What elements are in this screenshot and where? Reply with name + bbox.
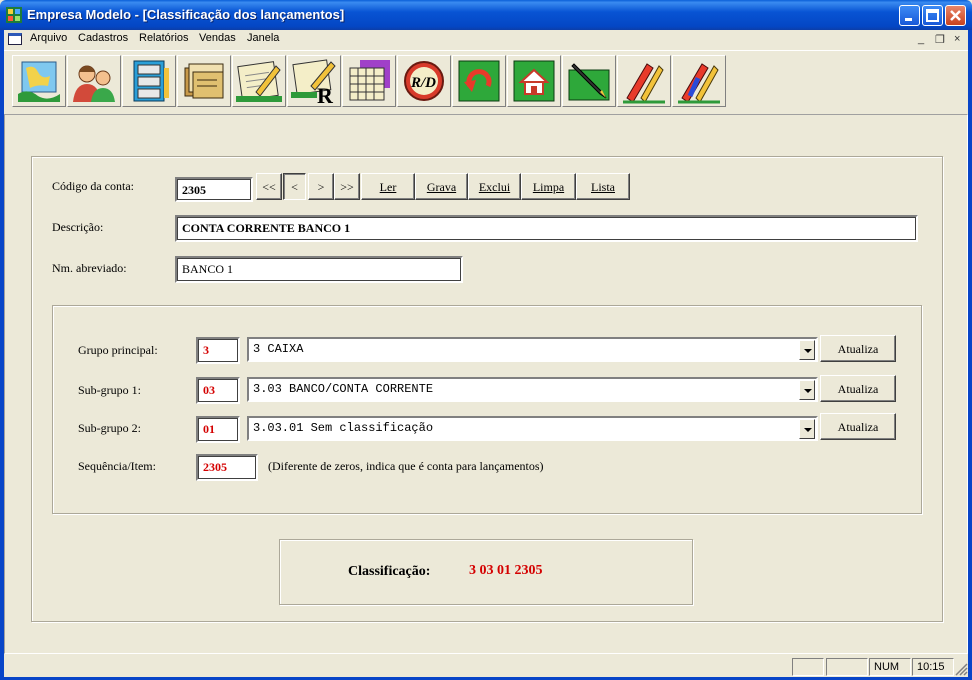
codigo-input[interactable]: 2305 xyxy=(175,177,253,202)
sub1-code-input[interactable]: 03 xyxy=(196,377,240,404)
sub1-atualiza-button[interactable]: Atualiza xyxy=(820,375,896,402)
classificacao-value: 3 03 01 2305 xyxy=(469,563,543,578)
menu-janela[interactable]: Janela xyxy=(247,32,279,44)
toolbar-home-button[interactable] xyxy=(507,55,561,107)
last-record-button[interactable]: >> xyxy=(334,173,360,200)
lista-button[interactable]: Lista xyxy=(576,173,630,200)
grava-button[interactable]: Grava xyxy=(415,173,468,200)
status-time: 10:15 xyxy=(912,658,954,676)
seq-code-input[interactable]: 2305 xyxy=(196,454,258,481)
folders-icon xyxy=(184,63,224,99)
chevron-down-icon[interactable] xyxy=(799,340,815,360)
abreviado-label: Nm. abreviado: xyxy=(52,261,127,275)
pen-icon xyxy=(568,63,610,101)
limpa-button[interactable]: Limpa xyxy=(521,173,576,200)
descricao-input[interactable]: CONTA CORRENTE BANCO 1 xyxy=(175,215,918,242)
toolbar-report-button[interactable]: R xyxy=(287,55,341,107)
status-panel-1 xyxy=(792,658,824,676)
notepad-pencil-icon xyxy=(236,61,282,102)
classificacao-label: Classificação: xyxy=(348,564,431,579)
menu-bar: Arquivo Cadastros Relatórios Vendas Jane… xyxy=(4,30,968,49)
toolbar-calendar-button[interactable] xyxy=(342,55,396,107)
home-icon xyxy=(513,60,555,102)
window-title: Empresa Modelo - [Classificação dos lanç… xyxy=(27,7,345,22)
status-bar: NUM 10:15 xyxy=(4,656,968,678)
users-icon xyxy=(73,65,115,102)
svg-text:R/D: R/D xyxy=(410,75,436,91)
toolbar-rd-button[interactable]: R/D xyxy=(397,55,451,107)
sub1-label: Sub-grupo 1: xyxy=(78,383,141,397)
toolbar-edit-blue-button[interactable] xyxy=(672,55,726,107)
minimize-icon xyxy=(905,18,912,21)
grava-label: Grava xyxy=(426,180,457,194)
toolbar-pen-button[interactable] xyxy=(562,55,616,107)
notepad-report-icon: R xyxy=(291,59,336,104)
exclui-label: Exclui xyxy=(478,180,511,194)
svg-text:R: R xyxy=(317,83,334,104)
chevron-down-icon[interactable] xyxy=(799,419,815,439)
minimize-button[interactable] xyxy=(899,5,920,26)
edit-arrow-blue-icon xyxy=(678,63,720,104)
mdi-close-button[interactable]: × xyxy=(954,33,960,45)
menu-relatorios[interactable]: Relatórios xyxy=(139,32,189,44)
grupo-select[interactable]: 3 CAIXA xyxy=(247,337,818,362)
lista-label: Lista xyxy=(591,180,615,194)
toolbar-folders-button[interactable] xyxy=(177,55,231,107)
grupo-code-input[interactable]: 3 xyxy=(196,337,240,364)
mdi-restore-button[interactable]: ❐ xyxy=(935,33,945,46)
toolbar-cabinet-button[interactable] xyxy=(122,55,176,107)
close-button[interactable] xyxy=(945,5,966,26)
maximize-icon xyxy=(926,9,939,22)
map-icon xyxy=(18,61,60,102)
descricao-label: Descrição: xyxy=(52,220,104,234)
status-panel-2 xyxy=(826,658,868,676)
prev-record-button[interactable]: < xyxy=(283,173,306,200)
toolbar-users-button[interactable] xyxy=(67,55,121,107)
sub2-select-value: 3.03.01 Sem classificação xyxy=(253,421,434,435)
mdi-minimize-button[interactable]: _ xyxy=(918,33,924,45)
toolbar: R R/D xyxy=(4,50,968,111)
status-num: NUM xyxy=(869,658,911,676)
mdi-document-icon[interactable] xyxy=(8,33,22,45)
sub2-code-input[interactable]: 01 xyxy=(196,416,240,443)
menu-arquivo[interactable]: Arquivo xyxy=(30,32,67,44)
grupo-select-value: 3 CAIXA xyxy=(253,342,304,356)
refresh-icon xyxy=(458,60,500,102)
abreviado-input[interactable]: BANCO 1 xyxy=(175,256,463,283)
sub2-label: Sub-grupo 2: xyxy=(78,421,141,435)
toolbar-edit-button[interactable] xyxy=(617,55,671,107)
sub1-select-value: 3.03 BANCO/CONTA CORRENTE xyxy=(253,382,434,396)
app-icon[interactable] xyxy=(6,7,22,23)
maximize-button[interactable] xyxy=(922,5,943,26)
resize-grip-icon[interactable] xyxy=(954,662,968,676)
rd-badge-icon: R/D xyxy=(404,61,444,101)
toolbar-refresh-button[interactable] xyxy=(452,55,506,107)
window-border-right xyxy=(968,30,972,680)
seq-label: Sequência/Item: xyxy=(78,459,156,473)
exclui-button[interactable]: Exclui xyxy=(468,173,521,200)
first-record-button[interactable]: << xyxy=(256,173,282,200)
toolbar-map-button[interactable] xyxy=(12,55,66,107)
grupo-atualiza-button[interactable]: Atualiza xyxy=(820,335,896,362)
file-cabinet-icon xyxy=(133,60,169,102)
ler-label: Ler xyxy=(379,180,397,194)
sub1-select[interactable]: 3.03 BANCO/CONTA CORRENTE xyxy=(247,377,818,402)
grupo-label: Grupo principal: xyxy=(78,343,158,357)
edit-arrow-icon xyxy=(623,63,665,104)
sub2-select[interactable]: 3.03.01 Sem classificação xyxy=(247,416,818,441)
calendar-grid-icon xyxy=(349,60,390,101)
menu-cadastros[interactable]: Cadastros xyxy=(78,32,128,44)
ler-button[interactable]: Ler xyxy=(361,173,415,200)
chevron-down-icon[interactable] xyxy=(799,380,815,400)
toolbar-notepad-button[interactable] xyxy=(232,55,286,107)
limpa-label: Limpa xyxy=(532,180,565,194)
seq-hint: (Diferente de zeros, indica que é conta … xyxy=(268,459,544,473)
codigo-label: Código da conta: xyxy=(52,179,134,193)
sub2-atualiza-button[interactable]: Atualiza xyxy=(820,413,896,440)
close-icon xyxy=(950,10,961,21)
menu-vendas[interactable]: Vendas xyxy=(199,32,236,44)
next-record-button[interactable]: > xyxy=(308,173,334,200)
